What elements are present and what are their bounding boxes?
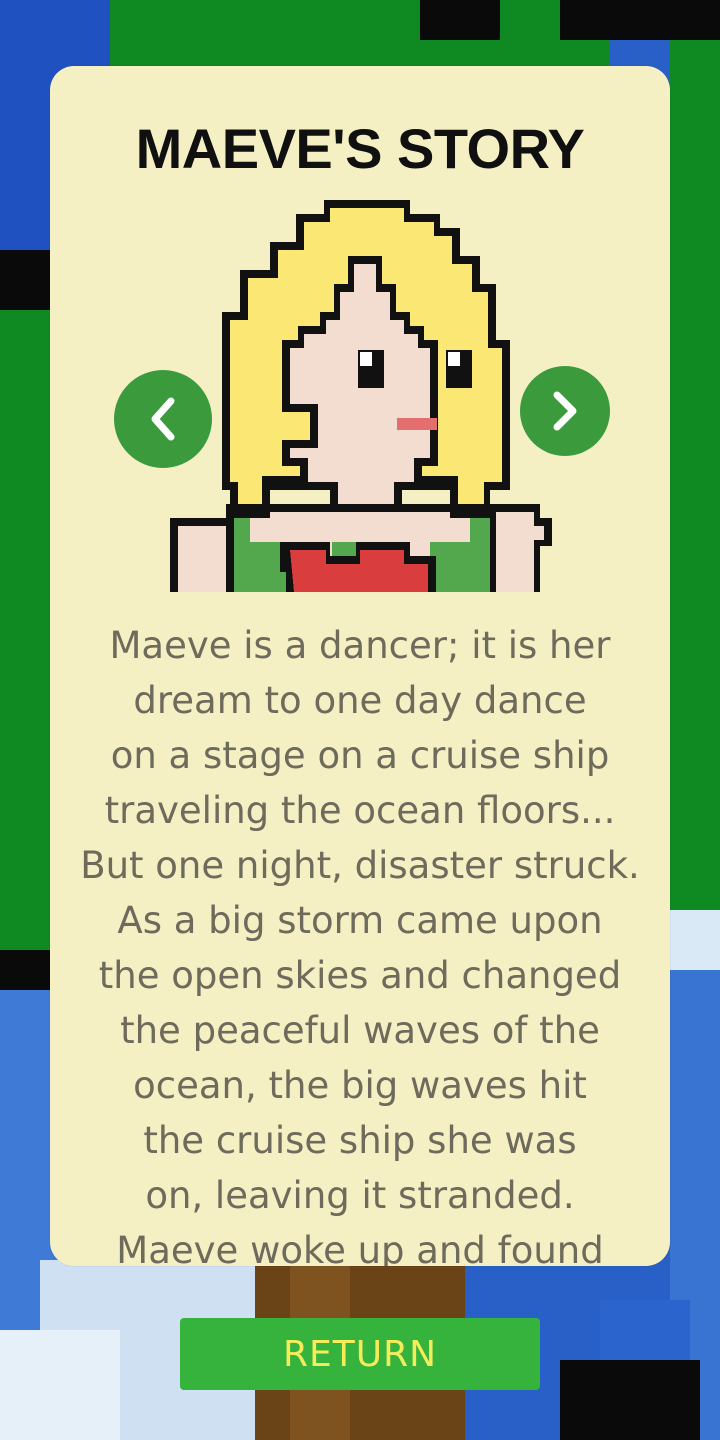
story-line: the peaceful waves of the bbox=[120, 1009, 600, 1052]
story-title: MAEVE'S STORY bbox=[135, 117, 585, 180]
return-button[interactable]: RETURN bbox=[180, 1318, 540, 1390]
story-line: dream to one day dance bbox=[133, 679, 587, 722]
previous-character-button[interactable] bbox=[114, 370, 212, 468]
story-line: on, leaving it stranded. bbox=[145, 1174, 575, 1217]
story-card: MAEVE'S STORY Maeve is a dancer; it is h… bbox=[50, 66, 670, 1266]
story-line: the cruise ship she was bbox=[143, 1119, 577, 1162]
story-line: ocean, the big waves hit bbox=[133, 1064, 587, 1107]
next-character-button[interactable] bbox=[520, 366, 610, 456]
story-line: As a big storm came upon bbox=[117, 899, 603, 942]
story-line: Maeve is a dancer; it is her bbox=[109, 624, 611, 667]
story-line: But one night, disaster struck. bbox=[80, 844, 640, 887]
return-button-label: RETURN bbox=[282, 1333, 438, 1375]
maeve-pixel-portrait bbox=[170, 200, 552, 592]
story-line: the open skies and changed bbox=[98, 954, 622, 997]
chevron-right-icon bbox=[553, 391, 577, 431]
story-line: on a stage on a cruise ship bbox=[110, 734, 610, 777]
chevron-left-icon bbox=[151, 397, 175, 441]
character-portrait bbox=[160, 200, 560, 592]
story-line: traveling the ocean floors... bbox=[104, 789, 616, 832]
story-text: Maeve is a dancer; it is her dream to on… bbox=[74, 618, 646, 1266]
story-line: Maeve woke up and found bbox=[116, 1229, 604, 1266]
